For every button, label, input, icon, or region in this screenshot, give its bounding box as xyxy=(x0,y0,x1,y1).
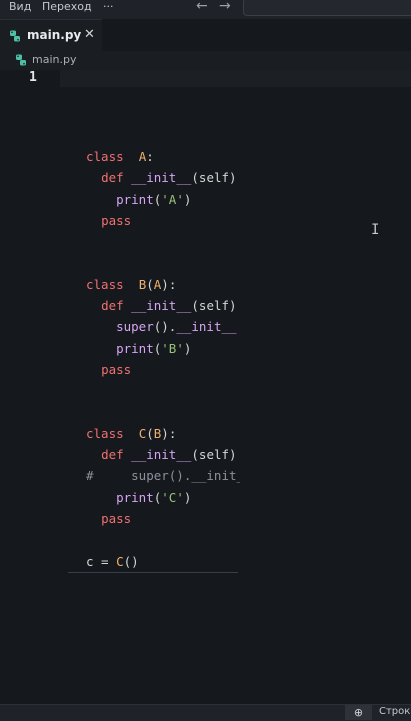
back-arrow-icon[interactable]: ← xyxy=(196,0,208,14)
close-icon[interactable]: ✕ xyxy=(84,27,95,42)
code-token: pass xyxy=(101,511,132,527)
code-line[interactable]: c = C() xyxy=(86,551,240,572)
menu-go[interactable]: Переход xyxy=(42,0,92,14)
breadcrumb-file[interactable]: main.py xyxy=(32,53,76,66)
breadcrumb: main.py xyxy=(0,51,411,70)
cursor-position[interactable]: Строка xyxy=(379,706,411,717)
code-line[interactable]: # super().__init__ xyxy=(86,465,240,486)
more-icon[interactable]: ··· xyxy=(103,0,114,14)
code-token: (). xyxy=(153,319,177,335)
code-editor[interactable]: 1 class A: def __init__(self) print('A')… xyxy=(0,70,411,704)
code-token: ( xyxy=(146,425,154,441)
code-line[interactable]: class C(B): xyxy=(86,423,240,444)
code-divider xyxy=(68,572,238,573)
menu-view[interactable]: Вид xyxy=(9,0,31,14)
code-line[interactable]: def __init__(self) xyxy=(86,167,240,188)
text-cursor-icon: I xyxy=(371,222,380,238)
menu-bar: Вид Переход ··· ← → xyxy=(0,0,411,19)
code-line[interactable]: def __init__(self) xyxy=(86,295,240,316)
code-token: super xyxy=(116,319,154,335)
code-token: class xyxy=(86,149,124,164)
code-line[interactable]: pass xyxy=(86,210,240,231)
code-token: __init__ xyxy=(176,319,237,335)
code-token: ): xyxy=(161,276,177,292)
code-line[interactable]: super().__init__ xyxy=(86,316,240,337)
code-token: def xyxy=(101,298,124,314)
code-token: __init__ xyxy=(131,447,192,463)
command-center-search[interactable] xyxy=(243,0,411,16)
code-token: print xyxy=(116,191,154,207)
code-token: c = xyxy=(86,553,117,569)
current-line-highlight xyxy=(60,70,411,87)
code-line[interactable]: class B(A): xyxy=(86,274,240,295)
code-token: (self) xyxy=(191,170,237,186)
status-bar: ⊕ Строка xyxy=(0,704,411,721)
code-line[interactable] xyxy=(86,380,240,401)
code-token: ) xyxy=(183,340,192,356)
forward-arrow-icon[interactable]: → xyxy=(219,0,231,14)
code-line[interactable] xyxy=(86,529,240,550)
code-token: # super().__init__ xyxy=(86,468,240,484)
code-token: __init__ xyxy=(131,298,192,314)
code-token: class xyxy=(86,276,124,292)
tab-main-py[interactable]: main.py ✕ xyxy=(0,19,102,52)
code-token: print xyxy=(116,340,154,356)
code-line[interactable]: print('B') xyxy=(86,338,240,359)
code-line[interactable]: class A: xyxy=(86,146,240,167)
code-token: ( xyxy=(146,276,154,292)
code-line[interactable]: print('C') xyxy=(86,487,240,508)
code-token: () xyxy=(123,553,139,569)
code-line[interactable] xyxy=(86,402,240,423)
code-token: : xyxy=(146,149,154,164)
python-file-icon xyxy=(16,54,26,66)
code-token: pass xyxy=(101,212,132,228)
code-token: C xyxy=(116,553,124,569)
tab-label: main.py xyxy=(27,28,82,42)
line-number: 1 xyxy=(29,70,37,85)
code-token: class xyxy=(86,425,124,441)
code-line[interactable]: def __init__(self) xyxy=(86,444,240,465)
code-token: (self) xyxy=(191,447,237,463)
code-token: 'C' xyxy=(161,489,184,505)
code-token: def xyxy=(101,447,124,463)
code-line[interactable]: pass xyxy=(86,359,240,380)
code-token: ) xyxy=(183,191,192,207)
code-line[interactable] xyxy=(86,231,240,252)
code-line[interactable]: pass xyxy=(86,508,240,529)
code-token: 'B' xyxy=(161,340,184,356)
tab-bar: main.py ✕ xyxy=(0,19,411,52)
code-token: print xyxy=(116,489,154,505)
code-token: __init__ xyxy=(131,170,192,186)
code-token: (self) xyxy=(191,298,237,314)
code-block[interactable]: class A: def __init__(self) print('A') p… xyxy=(86,146,240,572)
code-line[interactable] xyxy=(86,252,240,273)
code-token: 'A' xyxy=(161,191,184,207)
code-token: ) xyxy=(183,489,192,505)
python-file-icon xyxy=(10,30,20,42)
code-token: def xyxy=(101,170,124,186)
code-line[interactable]: print('A') xyxy=(86,189,240,210)
code-token: ): xyxy=(161,425,177,441)
zoom-icon[interactable]: ⊕ xyxy=(345,705,372,720)
code-token: pass xyxy=(101,361,132,377)
